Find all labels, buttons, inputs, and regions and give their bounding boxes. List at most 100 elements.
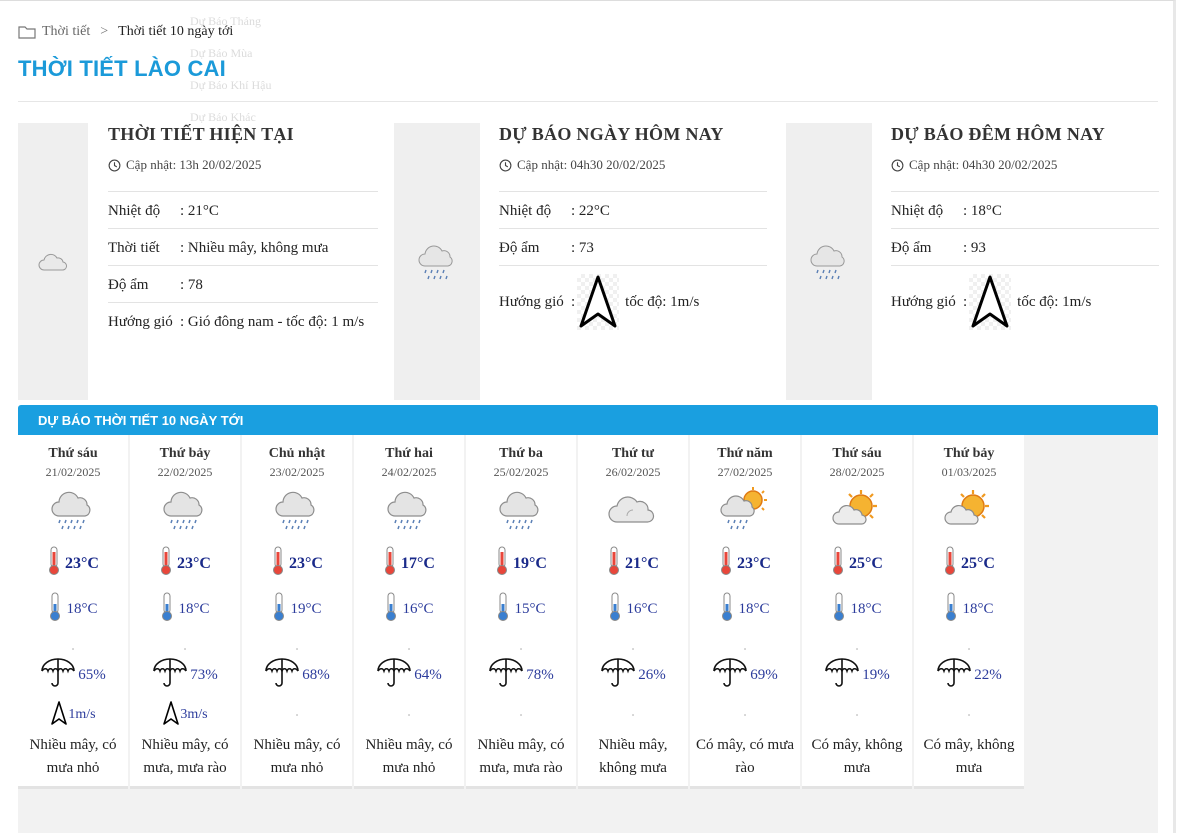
forecast-day-card: Thứ hai 24/02/2025 17°C 16°C • 64% • Nhiều mây,… [354,435,464,789]
breadcrumb-current: Thời tiết 10 ngày tới [118,24,234,39]
day-name: Thứ tư [611,446,655,461]
wind-info: • [690,700,800,730]
forecast-day-card: Thứ bảy 22/02/2025 23°C 18°C • 73% 3m/s Nhiều m… [130,435,240,789]
day-name: Thứ sáu [832,446,882,461]
temp-min-value: 18°C [738,601,770,617]
row-label: Độ ẩm [108,277,149,293]
row-label: Độ ẩm [499,240,540,256]
divider-dot: • [71,645,75,654]
weather-description: Có mây, không mưa [923,737,1015,776]
updated-text: Cập nhật: 04h30 20/02/2025 [517,157,666,172]
day-date: 27/02/2025 [717,465,773,479]
breadcrumb-home-link[interactable]: Thời tiết [42,24,90,40]
info-row: Thời tiết: Nhiều mây, không mưa [108,229,378,266]
sun-cloud-icon [831,486,883,534]
weather-description: Có mây, không mưa [811,737,903,776]
temp-max: 23°C [18,546,128,581]
row-label: Thời tiết [108,240,160,256]
temp-max-value: 25°C [849,554,883,572]
temp-max: 23°C [242,546,352,581]
today-forecast-panel: DỰ BÁO NGÀY HÔM NAY Cập nhật: 04h30 20/0… [394,123,774,400]
row-value: : 22°C [571,203,610,219]
temp-min-value: 16°C [626,601,658,617]
rain-chance: 22% [914,657,1024,694]
weather-description: Nhiều mây, có mưa, mưa rào [141,737,229,776]
divider-dot: • [407,645,411,654]
temp-max-value: 17°C [401,554,435,572]
row-label: Hướng gió [891,294,956,310]
divider-dot: • [855,645,859,654]
day-name: Thứ ba [499,446,543,461]
forecast-day-card: Thứ tư 26/02/2025 21°C 16°C • 26% • Nhiều mây, … [578,435,688,789]
temp-min-value: 19°C [290,601,322,617]
temp-max-value: 19°C [513,554,547,572]
umbrella-icon [152,657,188,694]
temp-max-value: 21°C [625,554,659,572]
umbrella-icon [936,657,972,694]
info-row: Nhiệt độ: 22°C [499,192,767,229]
rain-chance-value: 78% [526,667,554,683]
rain-cloud-icon [383,486,435,534]
temp-min-value: 18°C [962,601,994,617]
temp-max-value: 23°C [177,554,211,572]
temp-min: 18°C [802,592,912,627]
temp-max-value: 23°C [737,554,771,572]
row-value: tốc độ: 1m/s [1017,294,1092,310]
weather-description: Nhiều mây, không mưa [598,737,668,776]
row-value: : 18°C [963,203,1002,219]
forecast-day-card: Chủ nhật 23/02/2025 23°C 19°C • 68% • Nhiều mây… [242,435,352,789]
divider-dot: • [519,645,523,654]
rain-cloud-icon [810,245,845,279]
row-value: : 78 [180,277,203,293]
panel-title: THỜI TIẾT HIỆN TẠI [108,124,294,144]
wind-direction-icon [162,700,180,731]
divider-dot: • [967,645,971,654]
row-label: Hướng gió [108,314,173,330]
info-row: Độ ẩm: 73 [499,229,767,266]
wind-placeholder: • [631,710,635,720]
rain-chance: 26% [578,657,688,694]
updated-time: Cập nhật: 04h30 20/02/2025 [499,157,767,173]
row-colon: : [963,294,968,310]
temp-min: 15°C [466,592,576,627]
wind-direction-icon [577,274,620,330]
day-date: 26/02/2025 [605,465,661,479]
temp-max: 23°C [690,546,800,581]
temp-min: 19°C [242,592,352,627]
wind-placeholder: • [743,710,747,720]
thermometer-hot-icon [47,546,61,581]
rain-chance: 73% [130,657,240,694]
rain-chance-value: 69% [750,667,778,683]
temp-max-value: 23°C [289,554,323,572]
row-value: tốc độ: 1m/s [625,294,700,310]
rain-chance-value: 65% [78,667,106,683]
wind-placeholder: • [407,710,411,720]
rain-chance-value: 26% [638,667,666,683]
row-label: Nhiệt độ [891,203,944,219]
rain-cloud-icon [47,486,99,534]
updated-text: Cập nhật: 04h30 20/02/2025 [909,157,1058,172]
weather-description: Có mây, có mưa rào [696,737,794,776]
temp-min-value: 18°C [66,601,98,617]
rain-chance-value: 22% [974,667,1002,683]
thermometer-cold-icon [720,592,734,627]
panel-title: DỰ BÁO ĐÊM HÔM NAY [891,124,1106,144]
temp-min-value: 16°C [402,601,434,617]
thermometer-hot-icon [495,546,509,581]
clock-icon [891,159,904,171]
today-weather-image [394,123,480,400]
divider-dot: • [295,645,299,654]
thermometer-cold-icon [48,592,62,627]
cloud-icon [38,253,67,271]
forecast-day-card: Thứ sáu 21/02/2025 23°C 18°C • 65% 1m/s Nhiều m… [18,435,128,789]
temp-min: 16°C [354,592,464,627]
row-label: Độ ẩm [891,240,932,256]
temp-min: 18°C [690,592,800,627]
wind-direction-icon [969,274,1012,330]
rain-chance-value: 68% [302,667,330,683]
umbrella-icon [40,657,76,694]
row-colon: : [571,294,576,310]
row-value: : Gió đông nam - tốc độ: 1 m/s [180,314,365,330]
temp-min: 18°C [18,592,128,627]
rain-chance: 68% [242,657,352,694]
